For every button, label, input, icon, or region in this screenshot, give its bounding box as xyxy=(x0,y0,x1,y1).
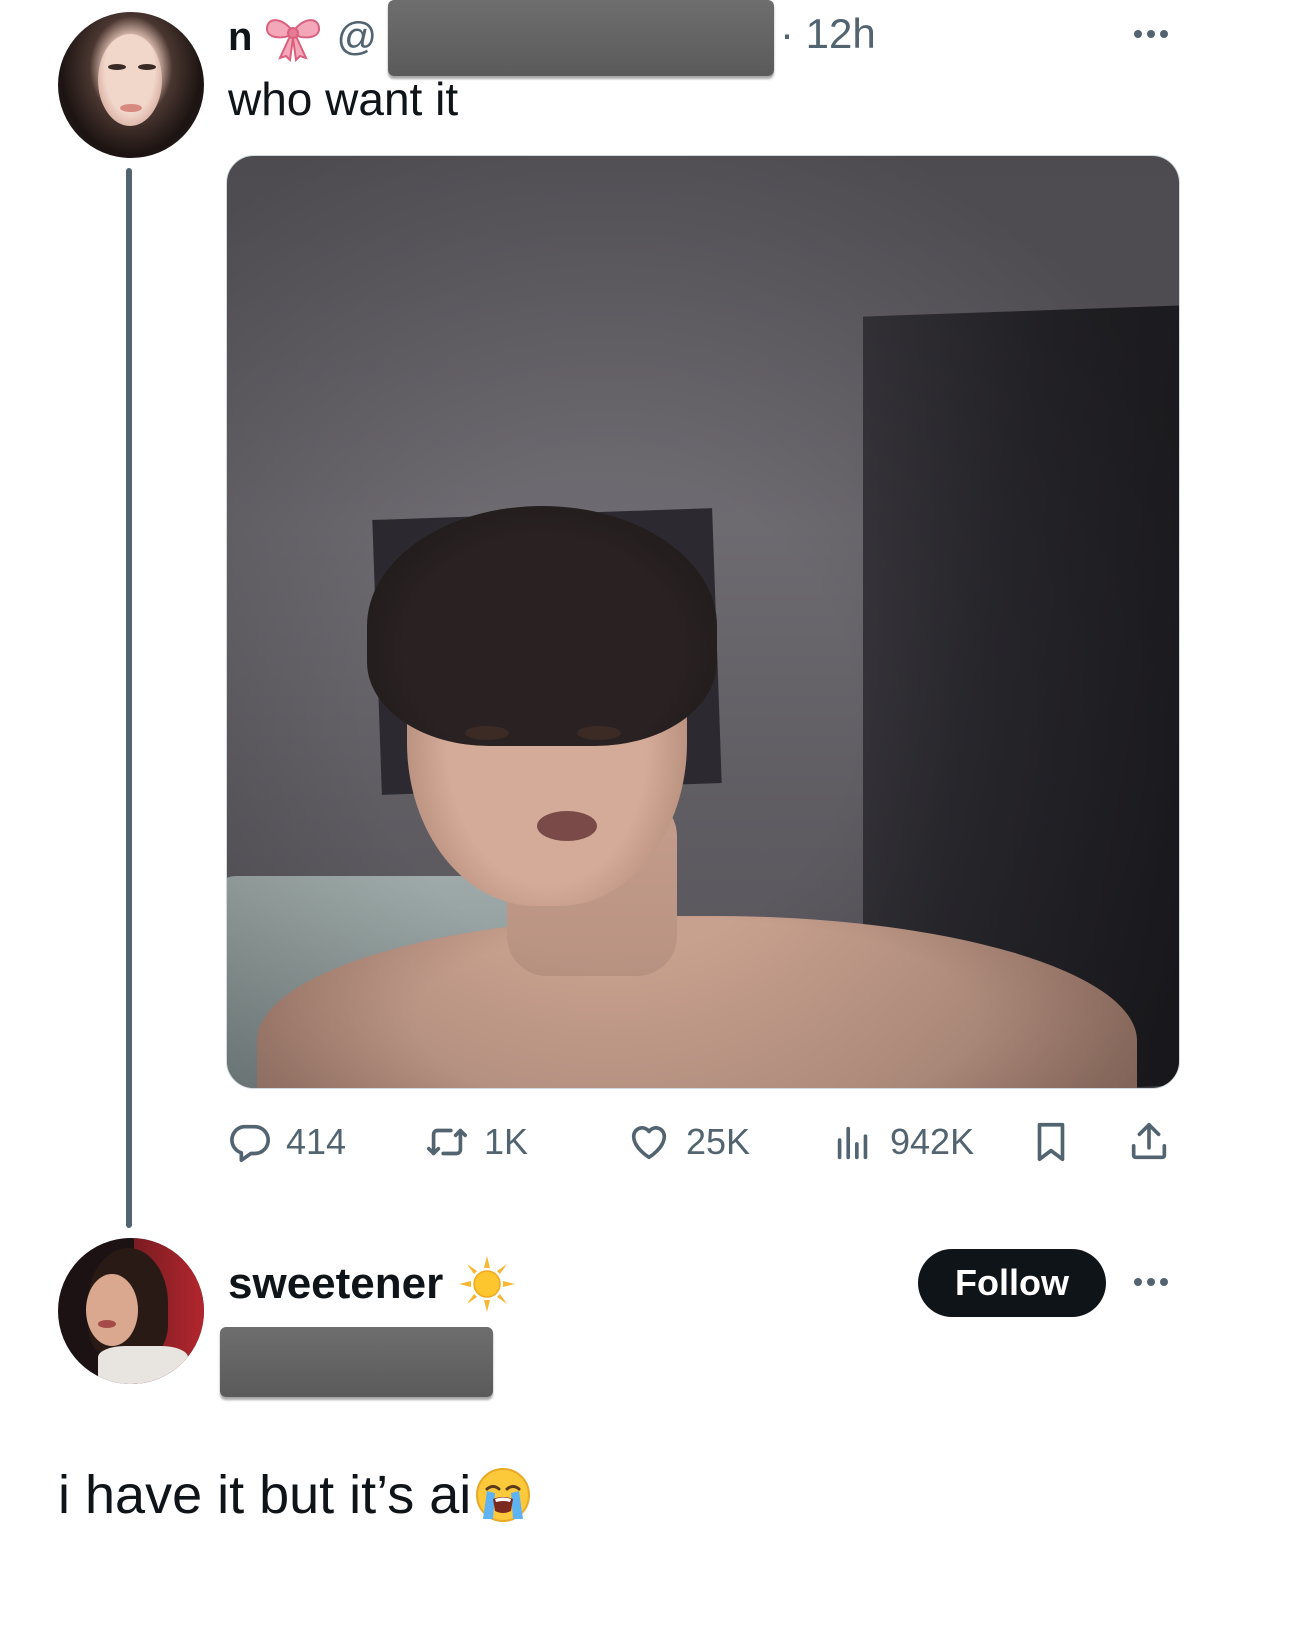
repost-button[interactable]: 1K xyxy=(424,1116,528,1168)
reply-author-avatar[interactable] xyxy=(58,1238,204,1384)
more-options-icon[interactable] xyxy=(1134,1278,1168,1286)
share-button[interactable] xyxy=(1126,1116,1186,1168)
avatar-face xyxy=(98,34,162,126)
tweet-text: who want it xyxy=(228,73,459,125)
heart-icon xyxy=(631,1126,667,1160)
thread-connector-line xyxy=(126,168,132,1228)
ribbon-bow-icon xyxy=(266,19,321,62)
author-display-name[interactable]: n xyxy=(228,15,252,60)
avatar-lips xyxy=(120,104,142,112)
bookmark-icon xyxy=(1037,1122,1065,1162)
avatar-lips xyxy=(98,1320,116,1328)
like-count: 25K xyxy=(686,1121,751,1162)
redaction-bar xyxy=(220,1327,493,1397)
more-options-icon[interactable] xyxy=(1134,30,1168,38)
repost-count: 1K xyxy=(484,1121,529,1162)
media-vignette xyxy=(227,156,1179,1088)
views-chart-icon xyxy=(837,1126,868,1160)
bookmark-button[interactable] xyxy=(1028,1116,1088,1168)
tweet-author-line: n @ xyxy=(228,12,377,62)
repost-icon xyxy=(426,1128,468,1156)
avatar-face xyxy=(86,1274,138,1346)
avatar-eye xyxy=(108,64,126,70)
tweet-media-video[interactable] xyxy=(226,155,1180,1089)
author-avatar[interactable] xyxy=(58,12,204,158)
redaction-bar xyxy=(388,0,774,76)
reply-icon xyxy=(230,1124,270,1163)
follow-button[interactable]: Follow xyxy=(918,1249,1106,1317)
tweet-action-bar: 414 1K 25K 942K xyxy=(226,1116,1186,1168)
reply-text: i have it but it’s ai xyxy=(58,1465,472,1525)
avatar-collar xyxy=(98,1346,188,1384)
author-handle[interactable]: @ xyxy=(336,15,377,60)
reply-text-line: i have it but it’s ai xyxy=(58,1464,533,1526)
views-count: 942K xyxy=(890,1121,975,1162)
sun-icon xyxy=(459,1256,516,1312)
like-button[interactable]: 25K xyxy=(626,1116,750,1168)
tweet-timestamp[interactable]: · 12h xyxy=(780,10,876,58)
share-icon xyxy=(1131,1122,1167,1160)
avatar-eye xyxy=(138,64,156,70)
reply-count: 414 xyxy=(286,1121,347,1162)
loudly-crying-face-icon xyxy=(476,1468,531,1522)
reply-author-line: sweetener xyxy=(228,1256,517,1312)
reply-author-display-name[interactable]: sweetener xyxy=(228,1259,443,1309)
reply-button[interactable]: 414 xyxy=(226,1116,346,1168)
views-button[interactable]: 942K xyxy=(830,1116,974,1168)
